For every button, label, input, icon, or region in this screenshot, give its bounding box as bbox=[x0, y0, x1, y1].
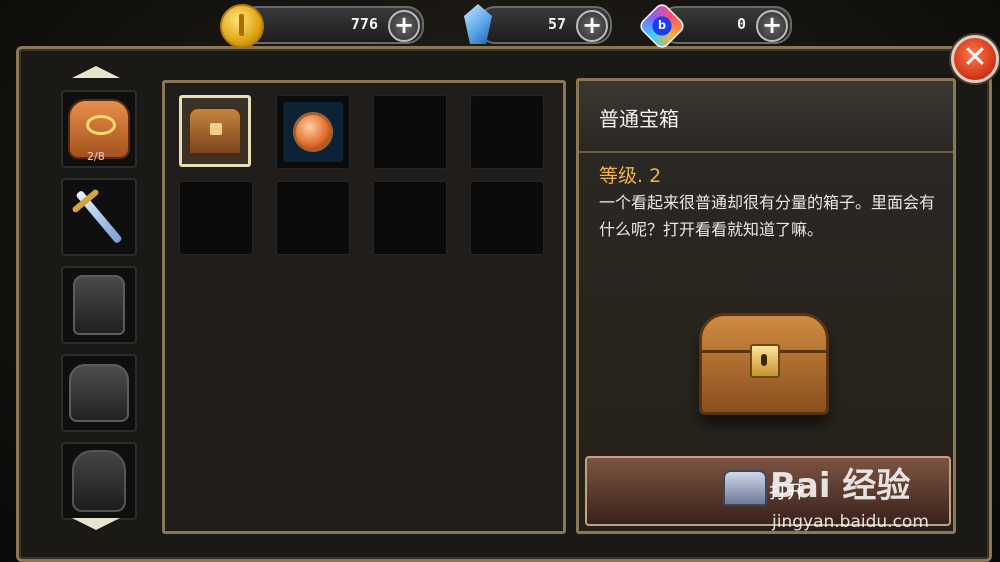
scroll-down-button[interactable] bbox=[50, 518, 142, 538]
keyhole-icon bbox=[750, 344, 780, 378]
tab-armor[interactable] bbox=[61, 354, 137, 432]
chest-open-icon bbox=[723, 470, 767, 506]
amulet-icon bbox=[293, 112, 333, 152]
inventory-slot-2[interactable] bbox=[276, 95, 350, 169]
helmet-icon bbox=[73, 275, 125, 335]
scroll-up-button[interactable] bbox=[50, 66, 142, 86]
gold-counter: 776 + bbox=[220, 4, 424, 48]
orb-counter: b 0 + bbox=[637, 1, 792, 51]
add-crystal-button[interactable]: + bbox=[576, 10, 608, 42]
glove-icon bbox=[72, 450, 126, 512]
gold-value: 776 bbox=[350, 15, 378, 33]
gold-coin-icon bbox=[220, 4, 264, 48]
baidu-watermark-url: jingyan.baidu.com bbox=[772, 512, 929, 532]
crystal-counter: 57 + bbox=[464, 4, 612, 44]
item-level: 等级. 2 bbox=[599, 165, 662, 187]
chevron-down-icon bbox=[72, 518, 120, 530]
inventory-slot-4[interactable] bbox=[470, 95, 544, 169]
baidu-watermark: Bai 经验 bbox=[770, 466, 911, 506]
category-sidebar: 2/8 bbox=[50, 66, 142, 530]
orb-value: 0 bbox=[736, 15, 746, 33]
tab-helmet[interactable] bbox=[61, 266, 137, 344]
close-button[interactable]: ✕ bbox=[951, 35, 999, 83]
chevron-up-icon bbox=[72, 66, 120, 78]
item-detail-header: 普通宝箱 bbox=[579, 81, 953, 153]
crystal-value: 57 bbox=[547, 15, 566, 33]
inventory-grid bbox=[162, 80, 566, 534]
orb-letter: b bbox=[652, 16, 672, 36]
bag-count: 2/8 bbox=[87, 150, 105, 163]
add-orb-button[interactable]: + bbox=[756, 10, 788, 42]
item-description: 一个看起来很普通却很有分量的箱子。里面会有什么呢？打开看看就知道了嘛。 bbox=[599, 193, 936, 239]
add-gold-button[interactable]: + bbox=[388, 10, 420, 42]
inventory-slot-6[interactable] bbox=[276, 181, 350, 255]
treasure-chest-icon bbox=[188, 107, 242, 155]
tab-bag[interactable]: 2/8 bbox=[61, 90, 137, 168]
tab-weapon[interactable] bbox=[61, 178, 137, 256]
item-title: 普通宝箱 bbox=[599, 107, 679, 131]
tab-gloves[interactable] bbox=[61, 442, 137, 520]
inventory-slot-1[interactable] bbox=[179, 95, 251, 167]
armor-icon bbox=[69, 364, 129, 422]
treasure-chest-preview-icon bbox=[699, 313, 829, 415]
inventory-slot-7[interactable] bbox=[373, 181, 447, 255]
inventory-slot-8[interactable] bbox=[470, 181, 544, 255]
sword-icon bbox=[75, 189, 123, 245]
inventory-slot-5[interactable] bbox=[179, 181, 253, 255]
inventory-slot-3[interactable] bbox=[373, 95, 447, 169]
